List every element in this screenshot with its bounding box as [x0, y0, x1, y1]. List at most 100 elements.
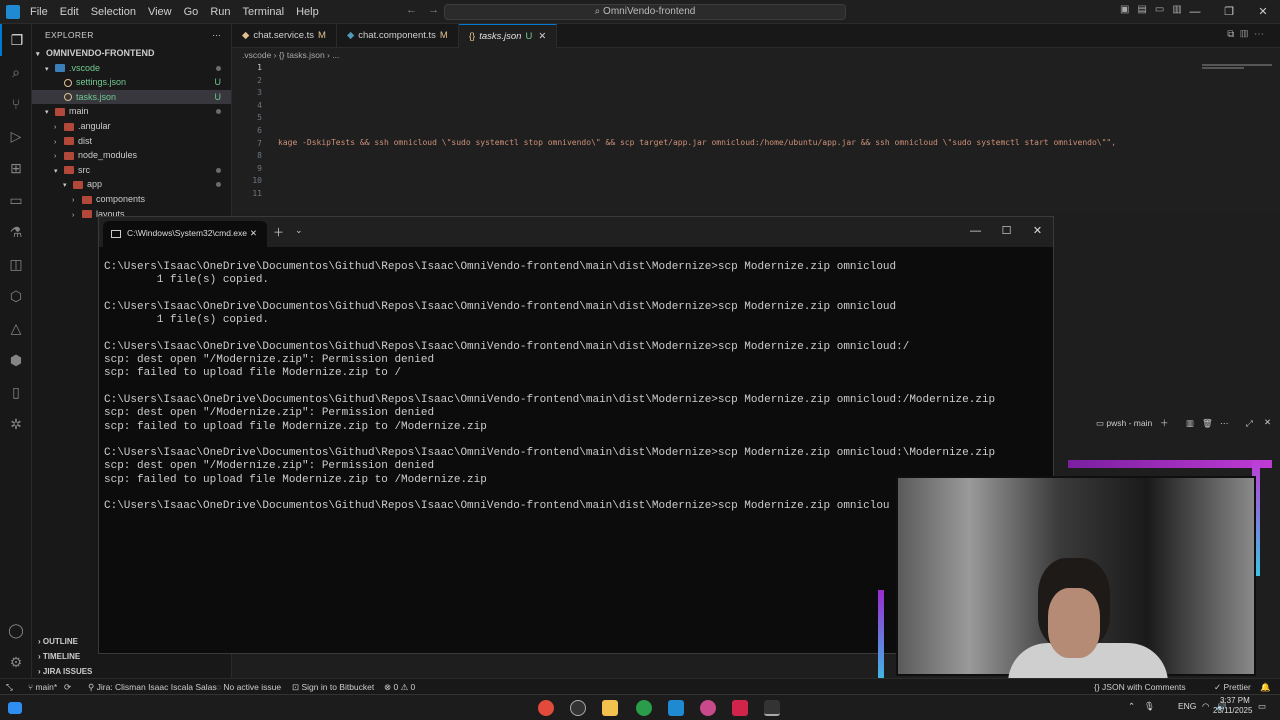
maximize-button[interactable]: ❐: [1212, 0, 1246, 24]
close-panel-icon[interactable]: ✕: [1264, 417, 1271, 428]
code-editor[interactable]: 1 2 3 4 5 6 7 8 9 10 11 kage -DskipTests && ssh om…: [232, 62, 1280, 214]
jira-user[interactable]: ⚲ Jira: Clisman Isaac Iscala Salas: [88, 679, 217, 695]
gitlens-icon[interactable]: ⬢: [0, 344, 32, 376]
split-terminal-icon[interactable]: ▥: [1186, 418, 1194, 429]
workspace-root[interactable]: ▾ OMNIVENDO-FRONTEND: [32, 46, 231, 61]
tab-tasks-json[interactable]: {} tasks.json U ✕: [458, 24, 558, 48]
tab-chat-component[interactable]: ◆ chat.component.ts M: [337, 24, 459, 48]
github-icon[interactable]: [570, 700, 586, 716]
search-icon[interactable]: ⌕: [0, 56, 32, 88]
more-actions-icon[interactable]: ⋯: [212, 24, 221, 46]
menu-terminal[interactable]: Terminal: [237, 6, 291, 18]
notifications-icon[interactable]: ▭: [1258, 701, 1266, 712]
code-line-7[interactable]: kage -DskipTests && ssh omnicloud \"sudo…: [278, 138, 1116, 147]
tree-item[interactable]: › .angular: [32, 119, 231, 134]
sync-icon[interactable]: ⟳: [64, 679, 71, 695]
menu-edit[interactable]: Edit: [54, 6, 85, 18]
bitbucket-signin[interactable]: ⊡ Sign in to Bitbucket: [292, 679, 374, 695]
new-terminal-icon[interactable]: ＋: [1160, 417, 1169, 429]
open-changes-icon[interactable]: ⧉: [1227, 29, 1240, 40]
jira-issue[interactable]: ◌ No active issue: [216, 679, 281, 695]
notifications-bell-icon[interactable]: 🔔: [1260, 679, 1271, 695]
tree-item[interactable]: tasks.json U: [32, 89, 231, 105]
sidebar-toggle-icon[interactable]: ▤: [1137, 4, 1154, 15]
tree-item[interactable]: ▾ .vscode: [32, 61, 231, 76]
vscode-taskbar-icon[interactable]: [668, 700, 684, 716]
clock-time[interactable]: 3:37 PM: [1220, 696, 1250, 705]
tree-item[interactable]: › components: [32, 192, 231, 207]
language-mode[interactable]: {} JSON with Comments: [1094, 679, 1186, 695]
close-button[interactable]: ✕: [1022, 217, 1053, 247]
menu-file[interactable]: File: [24, 6, 54, 18]
terminal-selector[interactable]: ▭ pwsh - main: [1096, 418, 1152, 429]
cmd-tab[interactable]: C:\Windows\System32\cmd.exe ✕: [103, 221, 267, 247]
explorer-icon[interactable]: ❐: [0, 24, 32, 56]
bug-icon[interactable]: ✲: [0, 408, 32, 440]
source-control-icon[interactable]: ⑂: [0, 88, 32, 120]
chrome-profile-icon[interactable]: [636, 700, 652, 716]
minimize-button[interactable]: —: [960, 217, 991, 247]
prettier-status[interactable]: ✓ Prettier: [1214, 679, 1251, 695]
nav-arrows[interactable]: ← →: [406, 4, 439, 16]
account-icon[interactable]: ◯: [0, 614, 32, 646]
minimap[interactable]: [1202, 64, 1272, 72]
trash-icon[interactable]: 🗑: [1202, 418, 1213, 429]
more-actions-icon[interactable]: ⋯: [1254, 29, 1270, 40]
tree-item[interactable]: ▾ src: [32, 163, 231, 178]
chrome-alt-profile-icon[interactable]: [700, 700, 716, 716]
terminal-taskbar-icon[interactable]: [764, 700, 780, 716]
database-icon[interactable]: ⬡: [0, 280, 32, 312]
language-indicator[interactable]: ENG: [1178, 701, 1196, 711]
close-tab-icon[interactable]: ✕: [250, 221, 257, 245]
command-center[interactable]: ⌕ OmniVendo-frontend: [444, 4, 846, 20]
split-editor-icon[interactable]: ▥: [1240, 29, 1254, 40]
menu-go[interactable]: Go: [178, 6, 205, 18]
tab-chat-service[interactable]: ◆ chat.service.ts M: [232, 24, 337, 48]
folder-icon: [82, 210, 92, 219]
typescript-file-icon: ◆: [346, 30, 355, 41]
section-jira[interactable]: › JIRA ISSUES: [32, 664, 231, 678]
remote-icon[interactable]: ⤡: [6, 679, 13, 695]
menu-run[interactable]: Run: [204, 6, 236, 18]
menu-help[interactable]: Help: [290, 6, 325, 18]
clock-date[interactable]: 23/11/2025: [1213, 706, 1252, 715]
tree-item[interactable]: ▾ app: [32, 177, 231, 192]
more-actions-icon[interactable]: ⋯: [1220, 418, 1229, 429]
menu-view[interactable]: View: [142, 6, 178, 18]
file-explorer-icon[interactable]: [602, 700, 618, 716]
layout-icon[interactable]: ▣: [1120, 4, 1137, 15]
wifi-icon[interactable]: ◠: [1202, 701, 1209, 712]
tiktok-icon[interactable]: [732, 700, 748, 716]
chrome-icon[interactable]: [538, 700, 554, 716]
panel-toggle-icon[interactable]: ▭: [1155, 4, 1172, 15]
chevron-down-icon[interactable]: ⌄: [295, 225, 303, 236]
bookmark-icon[interactable]: ▯: [0, 376, 32, 408]
docker-icon[interactable]: ◫: [0, 248, 32, 280]
tree-item[interactable]: › node_modules: [32, 148, 231, 163]
extensions-icon[interactable]: ⊞: [0, 152, 32, 184]
tree-item[interactable]: › dist: [32, 134, 231, 149]
mic-icon[interactable]: 🎙: [1144, 701, 1155, 712]
windows-start-icon[interactable]: [8, 702, 22, 714]
remote-explorer-icon[interactable]: ▭: [0, 184, 32, 216]
tree-item[interactable]: settings.json U: [32, 75, 231, 90]
close-button[interactable]: ✕: [1246, 0, 1280, 24]
menu-selection[interactable]: Selection: [85, 6, 142, 18]
tree-item[interactable]: ▾ main: [32, 104, 231, 119]
problems-indicator[interactable]: ⊗ 0 ⚠ 0: [384, 679, 415, 695]
maximize-button[interactable]: ☐: [991, 217, 1022, 247]
maximize-panel-icon[interactable]: ⤢: [1246, 418, 1253, 429]
back-arrow-icon[interactable]: ←: [406, 4, 417, 16]
testing-icon[interactable]: ⚗: [0, 216, 32, 248]
breadcrumb[interactable]: .vscode › {} tasks.json › ...: [232, 48, 1280, 62]
tray-chevron-icon[interactable]: ⌃: [1128, 701, 1135, 712]
azure-icon[interactable]: △: [0, 312, 32, 344]
run-debug-icon[interactable]: ▷: [0, 120, 32, 152]
settings-gear-icon[interactable]: ⚙: [0, 646, 32, 678]
close-tab-icon[interactable]: ✕: [538, 31, 546, 42]
forward-arrow-icon[interactable]: →: [428, 4, 439, 16]
new-tab-icon[interactable]: ＋: [273, 224, 284, 240]
branch-indicator[interactable]: ⑂ main*: [28, 679, 57, 695]
minimize-button[interactable]: —: [1178, 0, 1212, 24]
activity-bar: ❐ ⌕ ⑂ ▷ ⊞ ▭ ⚗ ◫ ⬡ △ ⬢ ▯ ✲ ◯ ⚙: [0, 24, 32, 678]
